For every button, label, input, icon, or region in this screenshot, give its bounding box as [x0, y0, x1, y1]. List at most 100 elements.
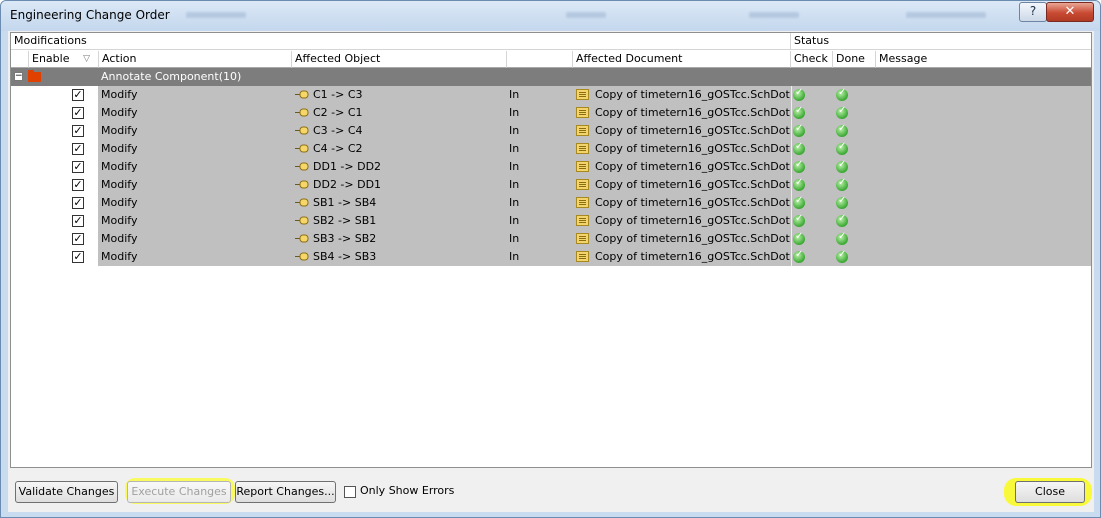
affected-object-cell: SB3 -> SB2 [313, 232, 377, 245]
window-close-button[interactable]: ✕ [1046, 2, 1094, 22]
direction-cell: In [509, 214, 520, 227]
action-cell: Modify [101, 124, 138, 137]
schematic-doc-icon [576, 161, 589, 172]
done-status-ok-icon [836, 105, 848, 119]
table-row[interactable]: ✓ Modify SB4 -> SB3 In Copy of timetern16_gO… [11, 248, 1091, 266]
affected-document-cell: Copy of timetern16_gOSTcc.SchDot [595, 124, 790, 137]
affected-object-cell: C4 -> C2 [313, 142, 363, 155]
check-status-ok-icon [793, 123, 805, 137]
column-header-done[interactable]: Done [833, 51, 876, 68]
column-divider [791, 140, 792, 158]
affected-document-cell: Copy of timetern16_gOSTcc.SchDot [595, 196, 790, 209]
affected-document-cell: Copy of timetern16_gOSTcc.SchDot [595, 88, 790, 101]
action-cell: Modify [101, 160, 138, 173]
enable-checkbox[interactable]: ✓ [72, 179, 84, 191]
help-button[interactable]: ? [1019, 2, 1047, 22]
column-divider [791, 122, 792, 140]
enable-checkbox[interactable]: ✓ [72, 107, 84, 119]
component-arrow-icon [295, 180, 309, 189]
enable-checkbox[interactable]: ✓ [72, 251, 84, 263]
column-divider [791, 212, 792, 230]
schematic-doc-icon [576, 143, 589, 154]
only-show-errors-checkbox[interactable] [344, 486, 356, 498]
column-header-check[interactable]: Check [791, 51, 833, 68]
table-row[interactable]: ✓ Modify C2 -> C1 In Copy of timetern16_gOST… [11, 104, 1091, 122]
background-blur [906, 12, 986, 18]
action-cell: Modify [101, 178, 138, 191]
table-row[interactable]: ✓ Modify C4 -> C2 In Copy of timetern16_gOST… [11, 140, 1091, 158]
enable-checkbox[interactable]: ✓ [72, 215, 84, 227]
done-status-ok-icon [836, 87, 848, 101]
enable-checkbox[interactable]: ✓ [72, 89, 84, 101]
enable-checkbox[interactable]: ✓ [72, 125, 84, 137]
affected-document-cell: Copy of timetern16_gOSTcc.SchDot [595, 142, 790, 155]
changes-grid: Modifications Status Enable ▽ Action Aff… [10, 32, 1092, 468]
action-cell: Modify [101, 214, 138, 227]
affected-document-cell: Copy of timetern16_gOSTcc.SchDot [595, 214, 790, 227]
direction-cell: In [509, 196, 520, 209]
collapse-icon[interactable]: − [14, 72, 23, 81]
action-cell: Modify [101, 142, 138, 155]
action-cell: Modify [101, 106, 138, 119]
enable-checkbox[interactable]: ✓ [72, 233, 84, 245]
table-row[interactable]: ✓ Modify DD1 -> DD2 In Copy of timetern16_gO… [11, 158, 1091, 176]
direction-cell: In [509, 106, 520, 119]
table-row[interactable]: ✓ Modify SB1 -> SB4 In Copy of timetern16_gO… [11, 194, 1091, 212]
component-arrow-icon [295, 162, 309, 171]
column-header-affected-object[interactable]: Affected Object [292, 51, 507, 68]
schematic-doc-icon [576, 125, 589, 136]
title-bar[interactable]: Engineering Change Order ? ✕ [1, 1, 1100, 31]
column-header-action[interactable]: Action [99, 51, 292, 68]
component-arrow-icon [295, 108, 309, 117]
group-row-annotate-component[interactable]: − Annotate Component(10) [11, 68, 1091, 86]
execute-changes-button[interactable]: Execute Changes [127, 481, 231, 503]
schematic-doc-icon [576, 215, 589, 226]
table-row[interactable]: ✓ Modify C3 -> C4 In Copy of timetern16_gOST… [11, 122, 1091, 140]
schematic-doc-icon [576, 251, 589, 262]
table-row[interactable]: ✓ Modify SB3 -> SB2 In Copy of timetern16_gO… [11, 230, 1091, 248]
enable-checkbox[interactable]: ✓ [72, 197, 84, 209]
report-changes-label: Report Changes... [236, 485, 335, 498]
check-status-ok-icon [793, 177, 805, 191]
table-row[interactable]: ✓ Modify SB2 -> SB1 In Copy of timetern16_gO… [11, 212, 1091, 230]
done-status-ok-icon [836, 195, 848, 209]
affected-object-cell: SB2 -> SB1 [313, 214, 377, 227]
affected-object-cell: C1 -> C3 [313, 88, 363, 101]
done-status-ok-icon [836, 159, 848, 173]
affected-object-cell: C3 -> C4 [313, 124, 363, 137]
column-header-affected-document[interactable]: Affected Document [573, 51, 791, 68]
direction-cell: In [509, 142, 520, 155]
done-status-ok-icon [836, 249, 848, 263]
column-divider [791, 248, 792, 266]
filter-icon[interactable]: ▽ [83, 51, 90, 67]
component-arrow-icon [295, 234, 309, 243]
affected-object-cell: DD2 -> DD1 [313, 178, 382, 191]
table-row[interactable]: ✓ Modify C1 -> C3 In Copy of timetern16_gOST… [11, 86, 1091, 104]
enable-checkbox[interactable]: ✓ [72, 143, 84, 155]
done-status-ok-icon [836, 177, 848, 191]
enable-checkbox[interactable]: ✓ [72, 161, 84, 173]
column-header-tree [11, 51, 29, 68]
done-status-ok-icon [836, 231, 848, 245]
folder-icon [28, 70, 41, 82]
done-status-ok-icon [836, 141, 848, 155]
column-header-direction[interactable] [507, 51, 573, 68]
check-status-ok-icon [793, 213, 805, 227]
check-status-ok-icon [793, 195, 805, 209]
report-changes-button[interactable]: Report Changes... [235, 481, 336, 503]
execute-changes-label: Execute Changes [131, 485, 227, 498]
validate-changes-button[interactable]: Validate Changes [15, 481, 118, 503]
column-divider [791, 158, 792, 176]
schematic-doc-icon [576, 179, 589, 190]
table-row[interactable]: ✓ Modify DD2 -> DD1 In Copy of timetern16_gO… [11, 176, 1091, 194]
affected-object-cell: SB4 -> SB3 [313, 250, 377, 263]
done-status-ok-icon [836, 213, 848, 227]
close-button[interactable]: Close [1015, 481, 1085, 503]
direction-cell: In [509, 88, 520, 101]
column-header-message[interactable]: Message [876, 51, 1091, 68]
direction-cell: In [509, 178, 520, 191]
component-arrow-icon [295, 126, 309, 135]
affected-object-cell: C2 -> C1 [313, 106, 363, 119]
column-divider [791, 194, 792, 212]
column-header-enable[interactable]: Enable ▽ [29, 51, 99, 68]
